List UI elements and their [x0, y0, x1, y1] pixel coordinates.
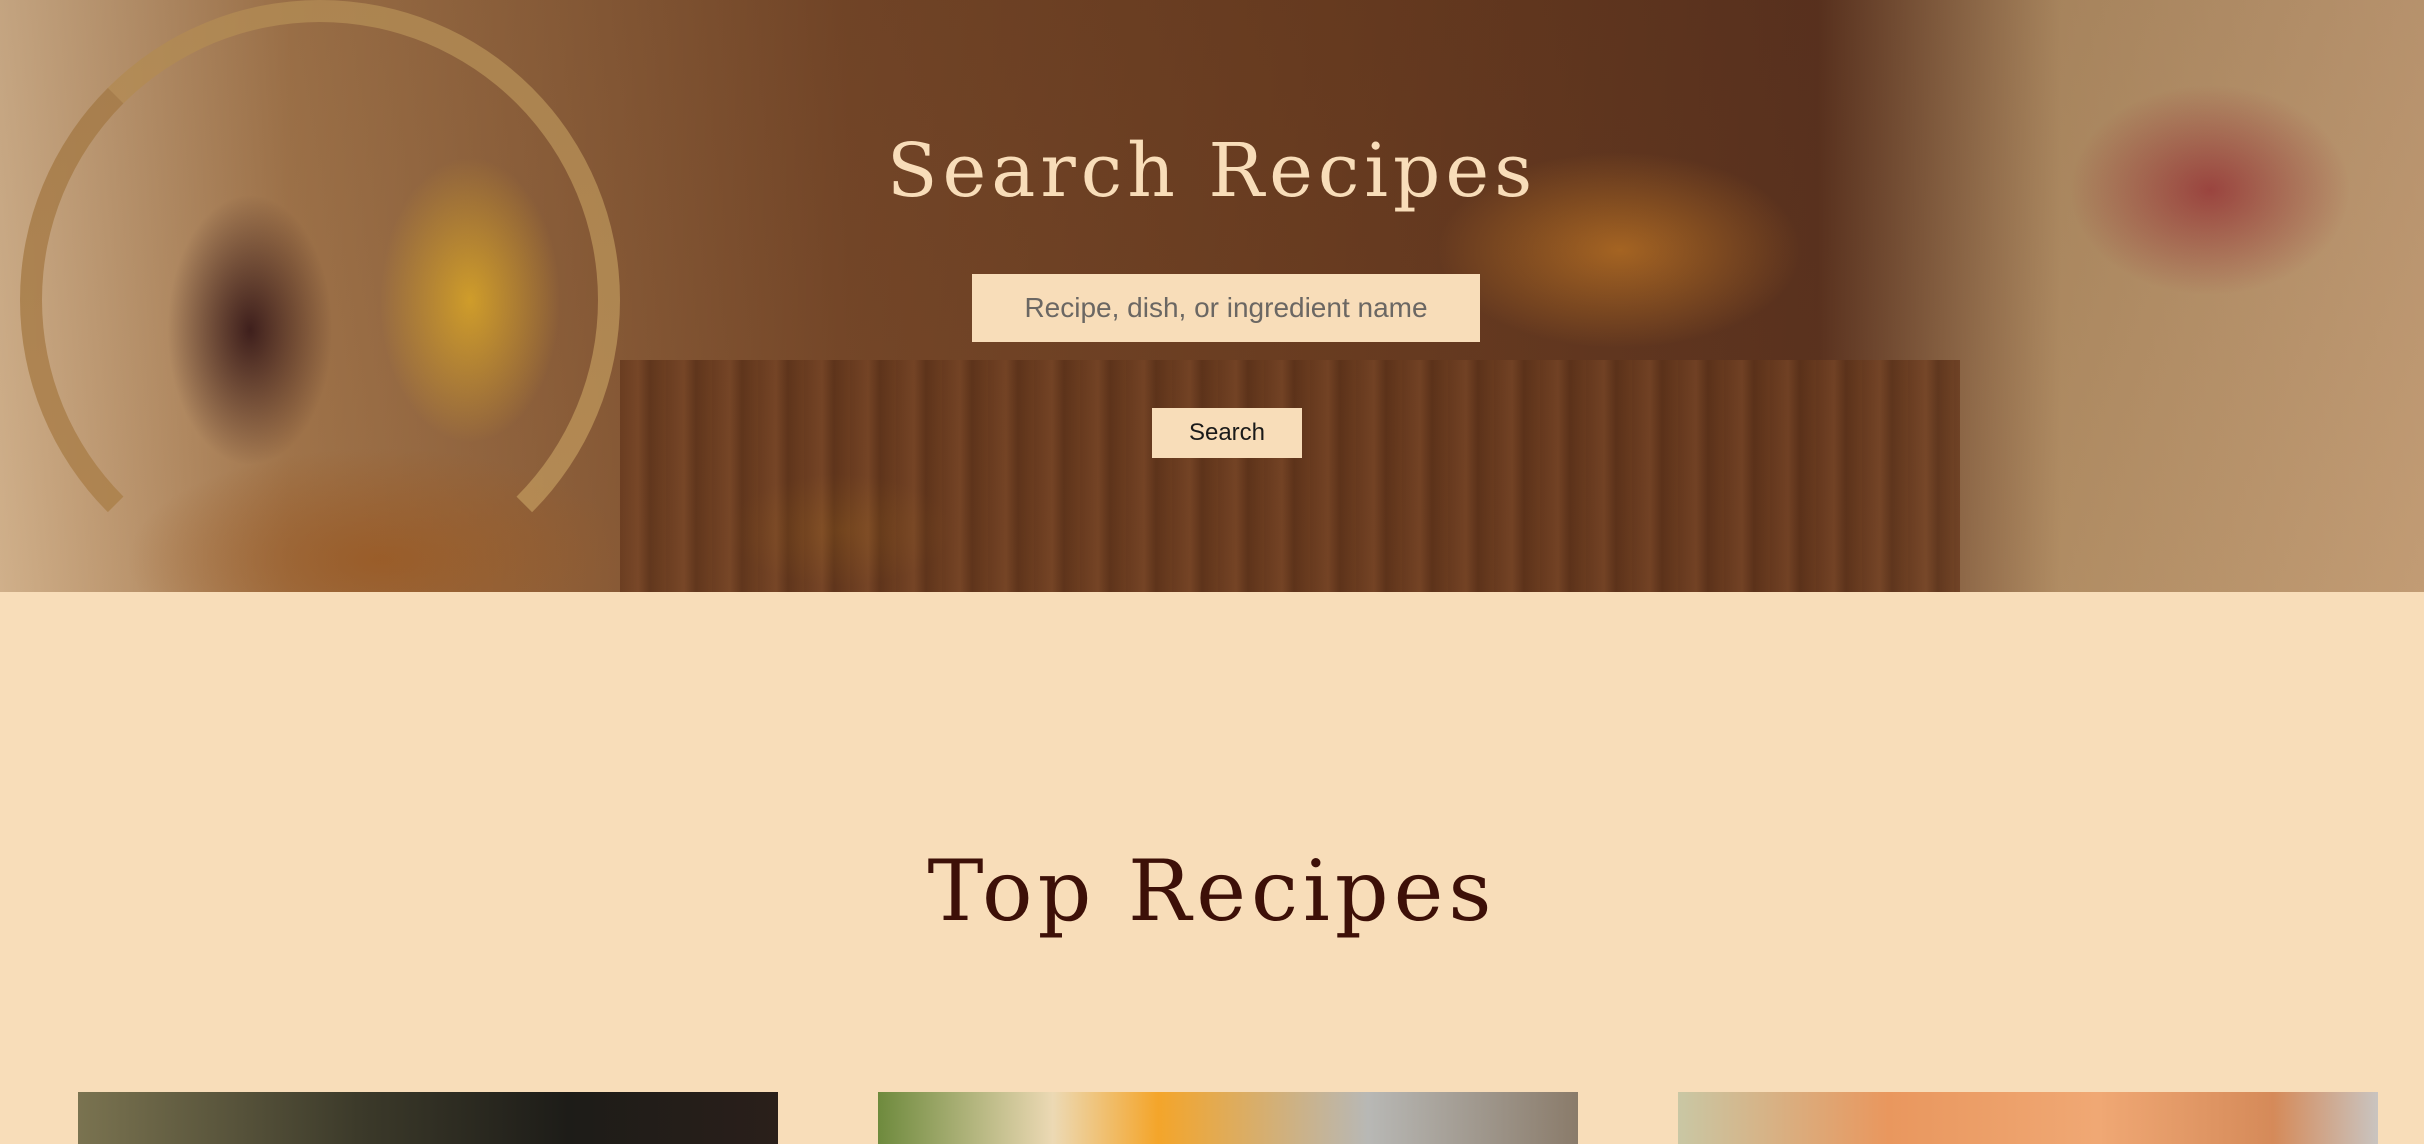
hero-background-image: [20, 0, 620, 592]
search-button[interactable]: Search: [1152, 408, 1302, 458]
top-recipes-title: Top Recipes: [927, 842, 1497, 940]
search-input[interactable]: [972, 274, 1480, 342]
recipe-card-image[interactable]: [878, 1092, 1578, 1144]
recipe-card-image[interactable]: [1678, 1092, 2378, 1144]
recipe-card-image[interactable]: [78, 1092, 778, 1144]
hero-section: Search Recipes Search: [0, 0, 2424, 592]
hero-title: Search Recipes: [886, 128, 1538, 214]
hero-background-table: [620, 360, 1960, 592]
